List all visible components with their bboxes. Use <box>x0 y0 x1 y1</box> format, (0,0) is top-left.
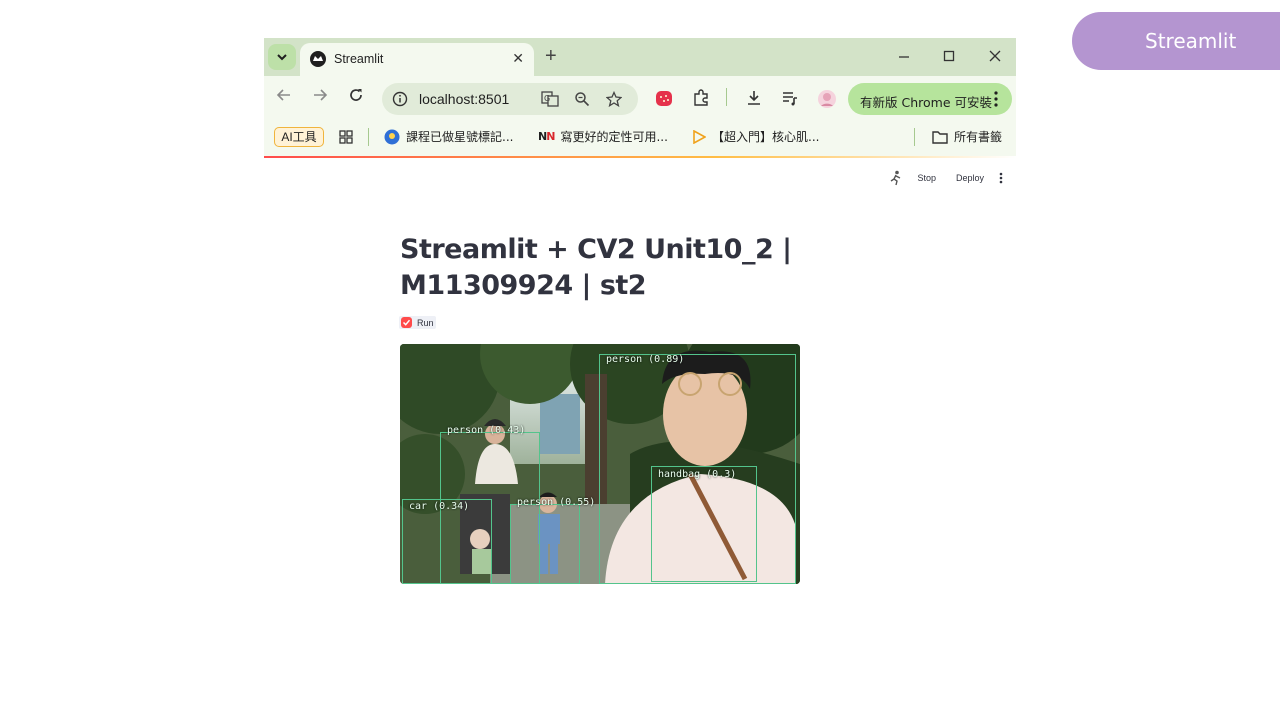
site-info-icon[interactable] <box>392 91 408 107</box>
bookmark-label: 所有書籤 <box>954 130 1003 144</box>
url-text: localhost:8501 <box>419 91 510 107</box>
bookmark-separator <box>914 128 915 146</box>
page-title-line: Streamlit + CV2 Unit10_2 | <box>400 234 792 265</box>
tab-streamlit[interactable]: Streamlit ✕ <box>300 43 534 76</box>
detection-label: person (0.55) <box>517 497 596 508</box>
download-icon[interactable] <box>745 89 763 107</box>
checkbox-checked-icon[interactable] <box>401 317 412 328</box>
extensions-puzzle-icon[interactable] <box>692 89 710 107</box>
minimize-icon[interactable] <box>898 47 910 67</box>
bookmark-label: 【超入門】核心肌... <box>712 130 820 144</box>
toolbar-separator <box>726 88 727 106</box>
profile-avatar-icon[interactable] <box>817 89 837 109</box>
reload-icon[interactable] <box>348 87 364 103</box>
maximize-icon[interactable] <box>943 47 955 67</box>
chevron-down-icon <box>277 54 287 61</box>
deploy-button[interactable]: Deploy <box>956 173 984 183</box>
tab-title: Streamlit <box>334 52 384 66</box>
camera-frame-image: person (0.89) person (0.43) person (0.55… <box>400 344 800 584</box>
chrome-update-button[interactable]: 有新版 Chrome 可安裝 <box>848 83 1012 115</box>
page-title-line: M11309924 | st2 <box>400 270 647 301</box>
bookmark-item[interactable]: 【超入門】核心肌... <box>692 128 819 145</box>
chrome-update-label: 有新版 Chrome 可安裝 <box>860 95 992 110</box>
streamlit-app: Stop Deploy Streamlit + CV2 Unit10_2 | M… <box>264 158 1016 682</box>
tab-strip: Streamlit ✕ + <box>264 38 1016 76</box>
bookmark-separator <box>368 128 369 146</box>
detection-label: person (0.89) <box>606 354 685 365</box>
slide-title-text: Streamlit <box>1145 29 1237 53</box>
detection-box <box>651 466 757 582</box>
more-vert-icon[interactable] <box>992 89 1000 109</box>
folder-icon <box>932 130 948 144</box>
zoom-icon[interactable] <box>574 91 590 107</box>
apps-grid-icon[interactable] <box>339 130 353 144</box>
browser-toolbar: localhost:8501 G 有新版 Chrome 可安裝 <box>264 76 1016 118</box>
close-icon[interactable]: ✕ <box>512 50 524 67</box>
address-bar[interactable]: localhost:8501 G <box>382 83 638 115</box>
nn-logo-icon: NN <box>538 130 555 143</box>
close-window-icon[interactable] <box>989 47 1001 67</box>
forward-arrow-icon[interactable] <box>312 87 328 103</box>
bookmark-label: 課程已做星號標記... <box>406 130 514 144</box>
bookmark-item[interactable]: NN 寫更好的定性可用... <box>538 128 668 145</box>
slide-title-badge: Streamlit <box>1072 12 1280 70</box>
new-tab-button[interactable]: + <box>545 45 557 67</box>
all-bookmarks-folder[interactable]: 所有書籤 <box>932 128 1002 145</box>
bookmarks-bar: AI工具 課程已做星號標記... NN 寫更好的定性可用... 【超入門】核心肌… <box>264 118 1016 158</box>
streamlit-header: Stop Deploy <box>889 170 1004 186</box>
browser-window: Streamlit ✕ + localhost:8501 G 有新版 Chrom… <box>264 38 1016 682</box>
bookmark-item[interactable]: 課程已做星號標記... <box>384 128 513 145</box>
page-title: Streamlit + CV2 Unit10_2 | M11309924 | s… <box>400 232 800 304</box>
course-globe-icon <box>384 129 400 144</box>
bookmark-ai-tools[interactable]: AI工具 <box>274 127 324 147</box>
detection-label: handbag (0.3) <box>658 469 737 480</box>
detection-box <box>510 504 580 584</box>
translate-icon[interactable]: G <box>541 91 559 107</box>
running-man-icon <box>891 170 901 186</box>
detection-label: person (0.43) <box>447 425 526 436</box>
main-menu-icon[interactable] <box>998 171 1004 185</box>
svg-text:G: G <box>544 94 550 103</box>
run-checkbox[interactable]: Run <box>399 316 436 329</box>
play-triangle-icon <box>693 129 706 144</box>
detection-label: car (0.34) <box>409 501 470 512</box>
tab-search-button[interactable] <box>268 44 296 70</box>
streamlit-crown-icon <box>310 51 326 67</box>
stop-button[interactable]: Stop <box>917 173 936 183</box>
extension-strawberry-icon[interactable] <box>655 89 673 107</box>
media-queue-icon[interactable] <box>781 89 799 107</box>
back-arrow-icon[interactable] <box>276 87 292 103</box>
bookmark-label: 寫更好的定性可用... <box>560 130 668 144</box>
bookmark-star-icon[interactable] <box>606 91 622 107</box>
run-checkbox-label: Run <box>417 317 434 328</box>
